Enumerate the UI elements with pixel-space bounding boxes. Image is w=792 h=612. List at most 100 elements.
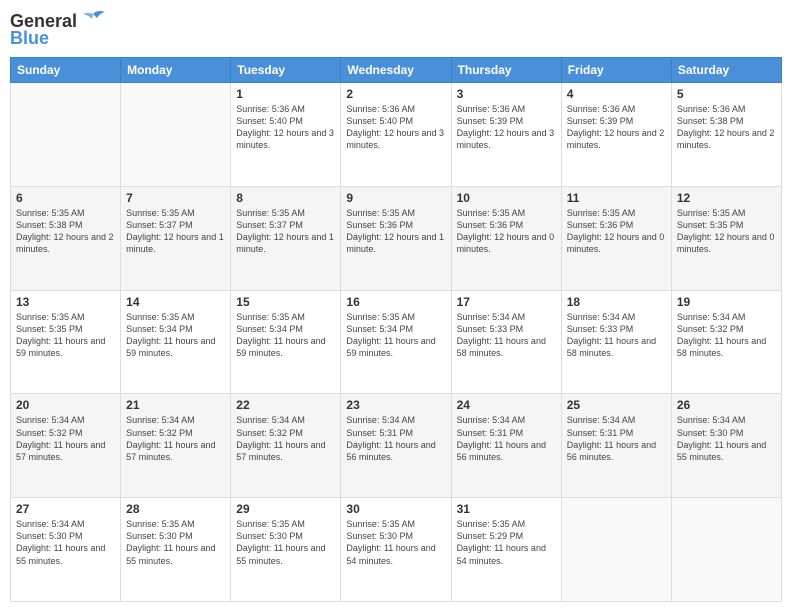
day-number: 23 (346, 398, 445, 412)
day-info: Sunrise: 5:35 AM Sunset: 5:34 PM Dayligh… (346, 311, 445, 360)
day-number: 27 (16, 502, 115, 516)
calendar-cell: 31 Sunrise: 5:35 AM Sunset: 5:29 PM Dayli… (451, 498, 561, 602)
calendar-cell (121, 83, 231, 187)
day-info: Sunrise: 5:36 AM Sunset: 5:40 PM Dayligh… (236, 103, 335, 152)
weekday-header-saturday: Saturday (671, 58, 781, 83)
day-info: Sunrise: 5:34 AM Sunset: 5:33 PM Dayligh… (457, 311, 556, 360)
week-row-3: 13 Sunrise: 5:35 AM Sunset: 5:35 PM Dayli… (11, 290, 782, 394)
calendar-cell: 7Sunrise: 5:35 AM Sunset: 5:37 PM Daylig… (121, 186, 231, 290)
calendar-cell: 13 Sunrise: 5:35 AM Sunset: 5:35 PM Dayli… (11, 290, 121, 394)
day-number: 30 (346, 502, 445, 516)
day-number: 3 (457, 87, 556, 101)
calendar-cell: 30Sunrise: 5:35 AM Sunset: 5:30 PM Dayli… (341, 498, 451, 602)
day-info: Sunrise: 5:35 AM Sunset: 5:36 PM Dayligh… (457, 207, 556, 256)
day-info: Sunrise: 5:35 AM Sunset: 5:37 PM Dayligh… (126, 207, 225, 256)
calendar-cell: 14 Sunrise: 5:35 AM Sunset: 5:34 PM Dayli… (121, 290, 231, 394)
weekday-header-tuesday: Tuesday (231, 58, 341, 83)
day-info: Sunrise: 5:36 AM Sunset: 5:39 PM Dayligh… (567, 103, 666, 152)
day-number: 28 (126, 502, 225, 516)
day-info: Sunrise: 5:35 AM Sunset: 5:35 PM Dayligh… (677, 207, 776, 256)
page: General Blue SundayMondayTuesdayWednesda… (0, 0, 792, 612)
calendar-cell: 24Sunrise: 5:34 AM Sunset: 5:31 PM Dayli… (451, 394, 561, 498)
day-number: 26 (677, 398, 776, 412)
day-info: Sunrise: 5:36 AM Sunset: 5:40 PM Dayligh… (346, 103, 445, 152)
header: General Blue (10, 10, 782, 49)
weekday-header-monday: Monday (121, 58, 231, 83)
calendar-cell: 4 Sunrise: 5:36 AM Sunset: 5:39 PM Daylig… (561, 83, 671, 187)
day-number: 10 (457, 191, 556, 205)
day-number: 16 (346, 295, 445, 309)
calendar-cell: 3 Sunrise: 5:36 AM Sunset: 5:39 PM Daylig… (451, 83, 561, 187)
calendar-cell (561, 498, 671, 602)
calendar-cell: 8 Sunrise: 5:35 AM Sunset: 5:37 PM Daylig… (231, 186, 341, 290)
day-info: Sunrise: 5:35 AM Sunset: 5:36 PM Dayligh… (346, 207, 445, 256)
calendar-cell: 10 Sunrise: 5:35 AM Sunset: 5:36 PM Dayli… (451, 186, 561, 290)
day-info: Sunrise: 5:34 AM Sunset: 5:31 PM Dayligh… (346, 414, 445, 463)
day-info: Sunrise: 5:35 AM Sunset: 5:35 PM Dayligh… (16, 311, 115, 360)
day-info: Sunrise: 5:34 AM Sunset: 5:32 PM Dayligh… (126, 414, 225, 463)
day-info: Sunrise: 5:35 AM Sunset: 5:30 PM Dayligh… (236, 518, 335, 567)
calendar-cell: 16 Sunrise: 5:35 AM Sunset: 5:34 PM Dayli… (341, 290, 451, 394)
day-number: 5 (677, 87, 776, 101)
day-number: 24 (457, 398, 556, 412)
day-number: 12 (677, 191, 776, 205)
weekday-header-wednesday: Wednesday (341, 58, 451, 83)
day-info: Sunrise: 5:35 AM Sunset: 5:36 PM Dayligh… (567, 207, 666, 256)
day-number: 2 (346, 87, 445, 101)
day-number: 1 (236, 87, 335, 101)
day-info: Sunrise: 5:34 AM Sunset: 5:30 PM Dayligh… (677, 414, 776, 463)
day-number: 25 (567, 398, 666, 412)
day-number: 8 (236, 191, 335, 205)
calendar-cell: 5 Sunrise: 5:36 AM Sunset: 5:38 PM Daylig… (671, 83, 781, 187)
day-number: 14 (126, 295, 225, 309)
day-number: 13 (16, 295, 115, 309)
week-row-4: 20 Sunrise: 5:34 AM Sunset: 5:32 PM Dayli… (11, 394, 782, 498)
calendar-cell: 15 Sunrise: 5:35 AM Sunset: 5:34 PM Dayli… (231, 290, 341, 394)
weekday-header-thursday: Thursday (451, 58, 561, 83)
calendar-cell (671, 498, 781, 602)
day-info: Sunrise: 5:35 AM Sunset: 5:34 PM Dayligh… (236, 311, 335, 360)
calendar-cell: 6Sunrise: 5:35 AM Sunset: 5:38 PM Daylig… (11, 186, 121, 290)
calendar-cell: 22 Sunrise: 5:34 AM Sunset: 5:32 PM Dayli… (231, 394, 341, 498)
day-info: Sunrise: 5:34 AM Sunset: 5:32 PM Dayligh… (677, 311, 776, 360)
day-info: Sunrise: 5:34 AM Sunset: 5:33 PM Dayligh… (567, 311, 666, 360)
calendar-cell: 23 Sunrise: 5:34 AM Sunset: 5:31 PM Dayli… (341, 394, 451, 498)
day-info: Sunrise: 5:35 AM Sunset: 5:38 PM Dayligh… (16, 207, 115, 256)
calendar-cell: 18 Sunrise: 5:34 AM Sunset: 5:33 PM Dayli… (561, 290, 671, 394)
day-info: Sunrise: 5:34 AM Sunset: 5:32 PM Dayligh… (236, 414, 335, 463)
day-number: 15 (236, 295, 335, 309)
day-number: 18 (567, 295, 666, 309)
day-info: Sunrise: 5:34 AM Sunset: 5:31 PM Dayligh… (567, 414, 666, 463)
calendar-cell: 25 Sunrise: 5:34 AM Sunset: 5:31 PM Dayli… (561, 394, 671, 498)
day-number: 20 (16, 398, 115, 412)
weekday-header-row: SundayMondayTuesdayWednesdayThursdayFrid… (11, 58, 782, 83)
calendar-cell: 29 Sunrise: 5:35 AM Sunset: 5:30 PM Dayli… (231, 498, 341, 602)
calendar-cell: 11Sunrise: 5:35 AM Sunset: 5:36 PM Dayli… (561, 186, 671, 290)
calendar-cell: 21Sunrise: 5:34 AM Sunset: 5:32 PM Dayli… (121, 394, 231, 498)
calendar-cell: 19Sunrise: 5:34 AM Sunset: 5:32 PM Dayli… (671, 290, 781, 394)
day-number: 31 (457, 502, 556, 516)
calendar: SundayMondayTuesdayWednesdayThursdayFrid… (10, 57, 782, 602)
weekday-header-friday: Friday (561, 58, 671, 83)
day-info: Sunrise: 5:34 AM Sunset: 5:30 PM Dayligh… (16, 518, 115, 567)
day-info: Sunrise: 5:35 AM Sunset: 5:34 PM Dayligh… (126, 311, 225, 360)
calendar-cell: 12 Sunrise: 5:35 AM Sunset: 5:35 PM Dayli… (671, 186, 781, 290)
day-info: Sunrise: 5:36 AM Sunset: 5:38 PM Dayligh… (677, 103, 776, 152)
calendar-cell: 1 Sunrise: 5:36 AM Sunset: 5:40 PM Daylig… (231, 83, 341, 187)
calendar-cell (11, 83, 121, 187)
day-number: 29 (236, 502, 335, 516)
day-info: Sunrise: 5:35 AM Sunset: 5:29 PM Dayligh… (457, 518, 556, 567)
day-number: 4 (567, 87, 666, 101)
logo-text-blue: Blue (10, 28, 49, 49)
day-info: Sunrise: 5:35 AM Sunset: 5:30 PM Dayligh… (126, 518, 225, 567)
calendar-cell: 17Sunrise: 5:34 AM Sunset: 5:33 PM Dayli… (451, 290, 561, 394)
day-number: 22 (236, 398, 335, 412)
week-row-1: 1 Sunrise: 5:36 AM Sunset: 5:40 PM Daylig… (11, 83, 782, 187)
day-info: Sunrise: 5:34 AM Sunset: 5:32 PM Dayligh… (16, 414, 115, 463)
day-number: 9 (346, 191, 445, 205)
calendar-cell: 27 Sunrise: 5:34 AM Sunset: 5:30 PM Dayli… (11, 498, 121, 602)
calendar-cell: 28 Sunrise: 5:35 AM Sunset: 5:30 PM Dayli… (121, 498, 231, 602)
week-row-5: 27 Sunrise: 5:34 AM Sunset: 5:30 PM Dayli… (11, 498, 782, 602)
day-info: Sunrise: 5:35 AM Sunset: 5:37 PM Dayligh… (236, 207, 335, 256)
day-info: Sunrise: 5:36 AM Sunset: 5:39 PM Dayligh… (457, 103, 556, 152)
